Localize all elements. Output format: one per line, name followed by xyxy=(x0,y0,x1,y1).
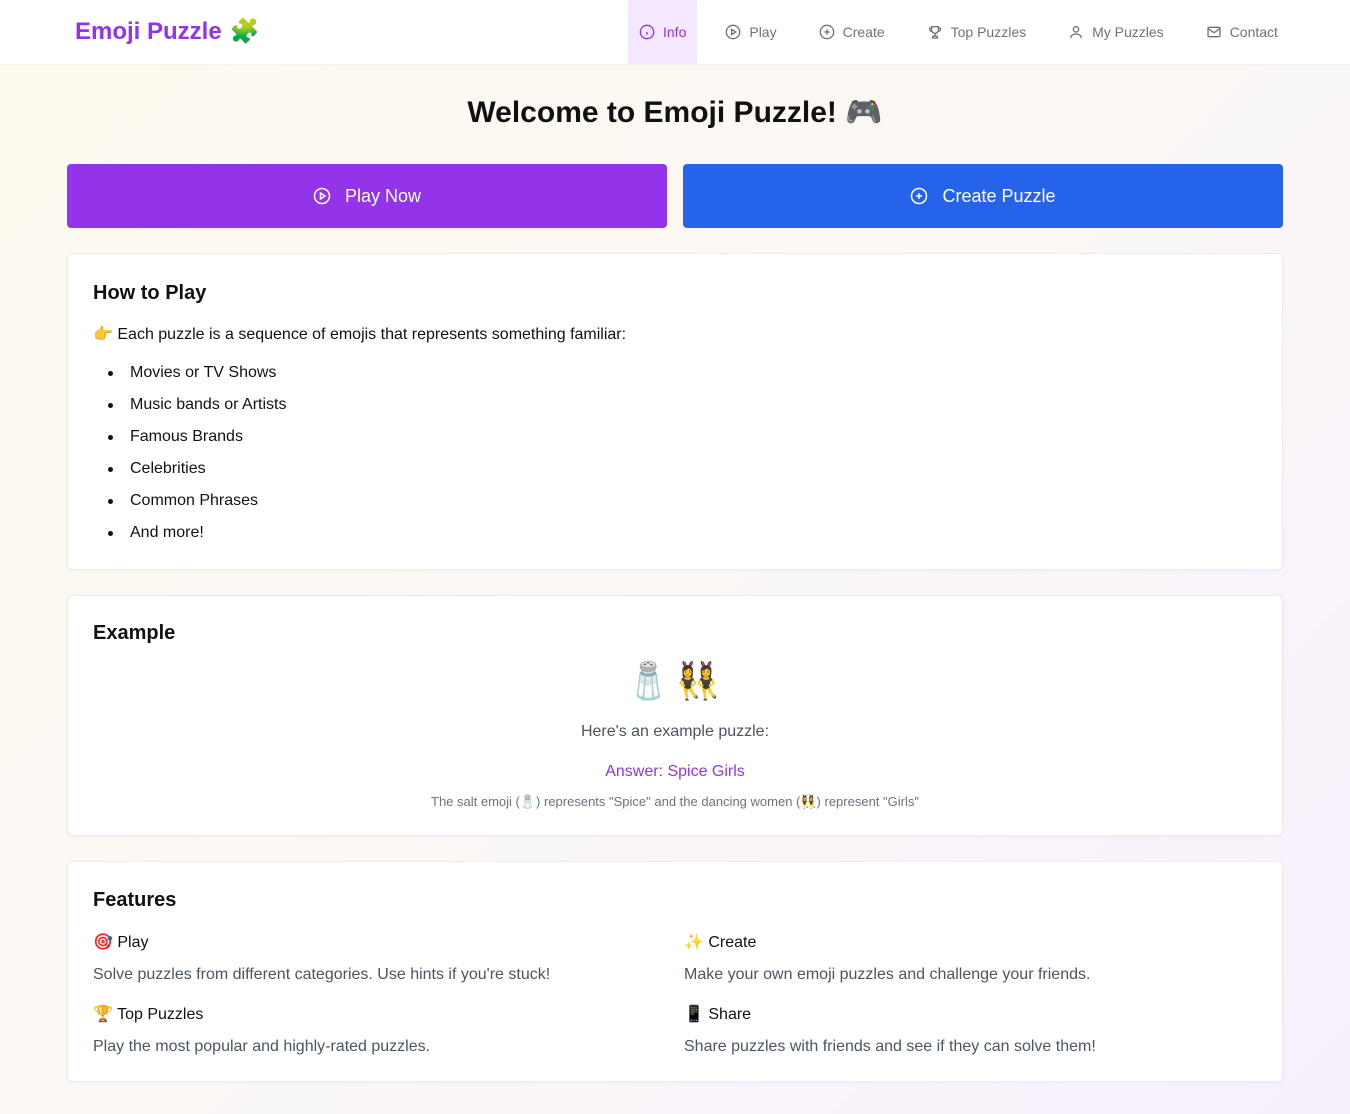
plus-circle-icon xyxy=(819,24,834,40)
nav-item-label: Play xyxy=(749,24,777,40)
play-circle-icon xyxy=(726,24,741,40)
nav-item-contact[interactable]: Contact xyxy=(1192,0,1292,64)
list-item: Common Phrases xyxy=(108,490,287,522)
nav-item-label: Info xyxy=(663,24,687,40)
how-to-play-intro: 👉 Each puzzle is a sequence of emojis th… xyxy=(93,326,627,343)
create-puzzle-label: Create Puzzle xyxy=(942,185,1056,206)
example-lead: Here's an example puzzle: xyxy=(580,723,770,740)
nav-item-label: Top Puzzles xyxy=(950,24,1027,40)
nav-item-info[interactable]: Info xyxy=(628,0,698,64)
feature-title: 🏆 Top Puzzles xyxy=(93,1006,204,1023)
nav-item-top-puzzles[interactable]: Top Puzzles xyxy=(913,0,1040,64)
example-emojis: 🧂👯‍♀️ xyxy=(626,660,724,701)
play-circle-icon xyxy=(313,187,331,205)
feature-title: 🎯 Play xyxy=(93,934,149,951)
feature-description: Play the most popular and highly-rated p… xyxy=(93,1038,431,1055)
mail-icon xyxy=(1207,26,1221,38)
feature-description: Share puzzles with friends and see if th… xyxy=(684,1038,1096,1055)
features-card: Features 🎯 Play Solve puzzles from diffe… xyxy=(67,861,1283,1082)
category-list: Movies or TV Shows Music bands or Artist… xyxy=(108,362,287,554)
nav-item-play[interactable]: Play xyxy=(711,0,790,64)
feature-share: 📱 Share Share puzzles with friends and s… xyxy=(684,1004,1244,1056)
brand-name: Emoji Puzzle xyxy=(75,17,222,45)
how-to-play-title: How to Play xyxy=(93,282,207,304)
example-title: Example xyxy=(93,622,176,644)
info-icon xyxy=(639,24,655,40)
list-item: Famous Brands xyxy=(108,426,287,458)
feature-title: ✨ Create xyxy=(684,934,757,951)
nav-item-label: Contact xyxy=(1229,24,1278,40)
feature-description: Solve puzzles from different categories.… xyxy=(93,966,551,983)
features-title: Features xyxy=(93,889,177,911)
navbar: Emoji Puzzle 🧩 Info Play Create Top Puzz… xyxy=(0,0,1350,64)
main-nav: Info Play Create Top Puzzles My Puzzles … xyxy=(628,0,1306,64)
plus-circle-icon xyxy=(911,187,928,205)
how-to-play-card: How to Play 👉 Each puzzle is a sequence … xyxy=(67,253,1283,570)
trophy-icon xyxy=(928,26,941,39)
brand-logo[interactable]: Emoji Puzzle 🧩 xyxy=(75,17,260,46)
play-now-button[interactable]: Play Now xyxy=(67,164,667,228)
feature-description: Make your own emoji puzzles and challeng… xyxy=(684,966,1091,983)
example-explanation: The salt emoji (🧂) represents "Spice" an… xyxy=(431,794,919,809)
puzzle-icon: 🧩 xyxy=(229,18,260,45)
feature-title: 📱 Share xyxy=(684,1006,752,1023)
nav-item-my-puzzles[interactable]: My Puzzles xyxy=(1054,0,1178,64)
user-icon xyxy=(1070,26,1083,39)
page-title: Welcome to Emoji Puzzle! 🎮 xyxy=(467,96,883,129)
feature-create: ✨ Create Make your own emoji puzzles and… xyxy=(684,932,1244,984)
list-item: Celebrities xyxy=(108,458,287,490)
example-card: Example 🧂👯‍♀️ Here's an example puzzle: … xyxy=(67,595,1283,836)
nav-item-label: My Puzzles xyxy=(1092,24,1164,40)
list-item: And more! xyxy=(108,522,287,554)
example-answer: Answer: Spice Girls xyxy=(605,763,745,780)
nav-item-create[interactable]: Create xyxy=(805,0,899,64)
list-item: Movies or TV Shows xyxy=(108,362,287,394)
list-item: Music bands or Artists xyxy=(108,394,287,426)
feature-play: 🎯 Play Solve puzzles from different cate… xyxy=(93,932,653,984)
create-puzzle-button[interactable]: Create Puzzle xyxy=(683,164,1283,228)
nav-item-label: Create xyxy=(842,24,885,40)
play-now-label: Play Now xyxy=(344,185,422,206)
feature-top-puzzles: 🏆 Top Puzzles Play the most popular and … xyxy=(93,1004,653,1056)
